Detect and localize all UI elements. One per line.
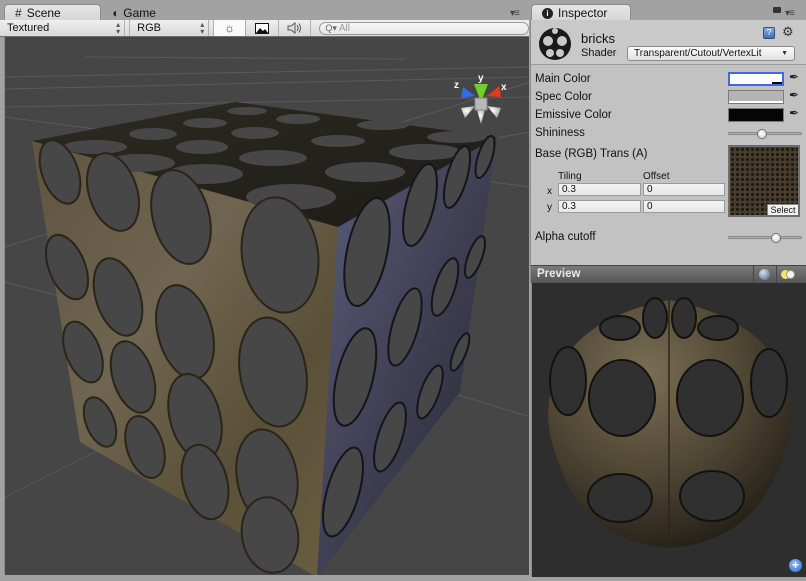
info-icon: i [542,7,553,19]
image-icon [254,22,269,34]
pacman-icon: ◖ [111,5,119,20]
preview-title: Preview [537,268,581,280]
tab-scene-label: Scene [26,6,61,20]
sphere-icon [759,269,770,280]
lights-icon [780,270,795,279]
alpha-cutoff-slider[interactable] [728,236,802,239]
base-texture-slot[interactable]: Select [728,145,800,217]
preview-sphere [548,297,792,548]
search-icon: Q▾ [325,22,337,33]
material-preview[interactable]: + [531,283,806,577]
updown-arrow-icon: ▴ ▾ [116,20,121,36]
cube-front-holes [38,139,320,574]
tab-game[interactable]: ◖ Game [101,4,181,21]
preview-add-button[interactable]: + [789,559,802,572]
alpha-cutoff-label: Alpha cutoff [535,231,596,243]
tiling-label: Tiling [558,171,582,182]
color-mode-value: RGB [137,22,162,34]
scene-audio-toggle[interactable] [279,20,312,36]
offset-y-field[interactable]: 0 [643,200,725,213]
gizmo-cone-x[interactable] [487,86,501,97]
dropdown-arrow-icon: ▼ [781,50,788,57]
gizmo-cone-neg-y[interactable] [477,110,485,124]
preview-header: Preview [530,265,806,283]
gizmo-cone-neg-x[interactable] [461,106,475,118]
preview-mesh-button[interactable] [753,266,775,283]
lock-icon[interactable] [773,7,781,13]
shader-value: Transparent/Cutout/VertexLit [634,48,762,59]
render-mode-value: Textured [7,22,50,34]
tab-game-label: Game [123,5,156,20]
tab-inspector-label: Inspector [558,6,608,20]
emissive-color-eyedropper-icon[interactable]: ✒ [789,106,799,120]
shader-dropdown[interactable]: Transparent/Cutout/VertexLit ▼ [627,46,795,61]
textured-cube[interactable] [32,102,499,575]
gear-icon[interactable]: ⚙ [782,24,794,40]
tab-scene[interactable]: # Scene [4,4,101,21]
tab-inspector[interactable]: i Inspector [531,4,631,21]
shininess-slider-thumb[interactable] [757,129,768,139]
material-header: bricks Shader Transparent/Cutout/VertexL… [531,20,806,65]
scene-panel: # Scene ◖ Game ▾≡ Textured ▴▾ RGB ▴▾ ☼ [0,0,529,581]
unity-editor-window: # Scene ◖ Game ▾≡ Textured ▴▾ RGB ▴▾ ☼ [0,0,806,581]
alpha-bar [729,101,783,103]
x-label: x [547,186,552,197]
tiling-y-field[interactable]: 0.3 [558,200,641,213]
scene-render: y x z [5,56,529,575]
tiling-x-field[interactable]: 0.3 [558,183,641,196]
sun-icon: ☼ [224,21,236,35]
shader-label: Shader [581,47,617,59]
spec-color-label: Spec Color [535,91,592,103]
render-mode-dropdown[interactable]: Textured ▴ ▾ [0,20,126,36]
material-thumbnail [539,28,571,60]
color-mode-dropdown[interactable]: RGB ▴ ▾ [129,20,210,36]
emissive-color-label: Emissive Color [535,109,612,121]
sphere-body [548,300,792,548]
main-color-field[interactable] [728,72,784,86]
main-color-label: Main Color [535,73,591,85]
y-label: y [547,202,552,213]
spec-color-eyedropper-icon[interactable]: ✒ [789,88,799,102]
gizmo-label-y: y [478,73,484,84]
gizmo-center-cube[interactable] [474,97,488,111]
help-icon[interactable]: ? [763,27,775,39]
base-texture-label: Base (RGB) Trans (A) [535,148,648,160]
gizmo-cone-neg-z[interactable] [487,106,501,118]
scene-tabbar: # Scene ◖ Game ▾≡ [0,0,529,21]
alpha-cutoff-slider-thumb[interactable] [771,233,782,243]
gizmo-label-z: z [454,80,459,91]
offset-x-field[interactable]: 0 [643,183,725,196]
updown-arrow-icon: ▴ ▾ [200,20,205,36]
shininess-label: Shininess [535,127,585,139]
emissive-color-field[interactable] [728,108,784,122]
inspector-pane-menu-icon[interactable]: ▾≡ [785,8,795,19]
inspector-body: bricks Shader Transparent/Cutout/VertexL… [530,20,806,265]
gizmo-cone-z[interactable] [461,87,475,98]
material-name: bricks [581,31,615,46]
scene-viewport[interactable]: y x z [4,37,529,575]
scene-lighting-toggle[interactable]: ☼ [213,20,246,36]
alpha-bar [772,82,782,84]
main-color-eyedropper-icon[interactable]: ✒ [789,70,799,84]
inspector-panel: i Inspector ▾≡ bricks Shader Transparent… [530,0,806,581]
grid-icon: # [15,6,22,20]
scene-overlay-toggle[interactable] [246,20,279,36]
scene-pane-menu-icon[interactable]: ▾≡ [510,8,520,19]
search-placeholder: All [338,22,350,34]
speaker-icon [287,22,301,34]
offset-label: Offset [643,171,670,182]
preview-light-button[interactable] [776,266,798,283]
spec-color-field[interactable] [728,90,784,104]
gizmo-label-x: x [501,82,507,93]
scene-search-input[interactable]: Q▾ All [319,21,529,35]
scene-toolbar: Textured ▴ ▾ RGB ▴ ▾ ☼ Q▾ All [0,20,529,37]
texture-select-button[interactable]: Select [767,204,798,215]
